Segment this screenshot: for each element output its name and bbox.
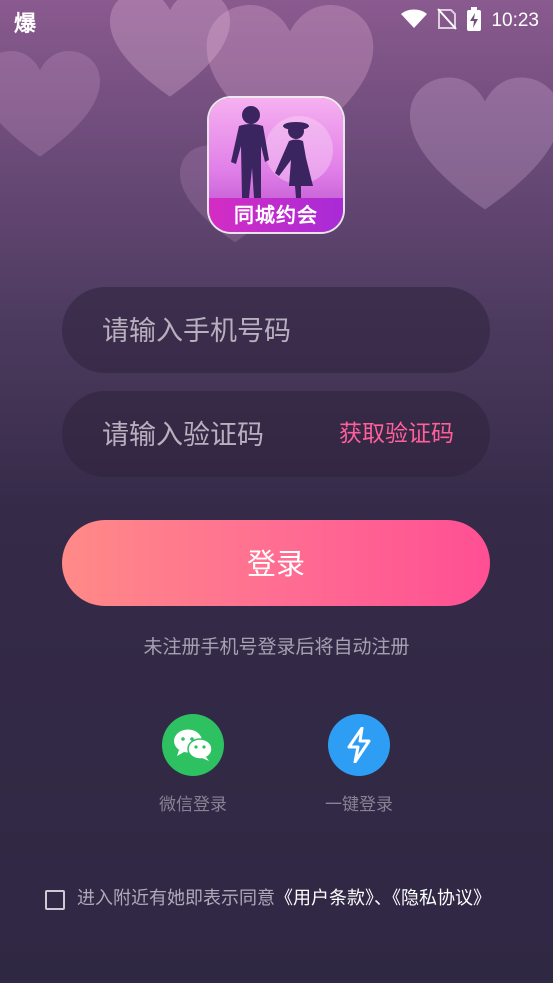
agreement-prefix: 进入附近有她即表示同意 bbox=[77, 888, 275, 909]
wifi-icon bbox=[401, 9, 428, 33]
get-code-button[interactable]: 获取验证码 bbox=[339, 391, 454, 477]
agreement-text: 进入附近有她即表示同意《用户条款》、《隐私协议》 bbox=[77, 888, 505, 910]
one-key-login[interactable]: 一键登录 bbox=[309, 714, 409, 815]
lightning-icon[interactable] bbox=[328, 714, 390, 776]
wechat-login[interactable]: 微信登录 bbox=[143, 714, 243, 815]
login-button[interactable]: 登录 bbox=[62, 520, 490, 606]
phone-input[interactable] bbox=[100, 287, 464, 375]
one-key-login-label: 一键登录 bbox=[325, 795, 393, 815]
terms-link[interactable]: 《用户条款》 bbox=[275, 888, 374, 909]
agreement-separator: 、 bbox=[374, 888, 392, 909]
verification-code-input[interactable] bbox=[100, 391, 324, 479]
wechat-icon[interactable] bbox=[162, 714, 224, 776]
logo-label: 同城约会 bbox=[209, 198, 343, 232]
background-heart bbox=[0, 40, 100, 170]
no-sim-icon bbox=[437, 8, 458, 34]
privacy-link[interactable]: 《隐私协议》 bbox=[392, 888, 491, 909]
status-time: 10:23 bbox=[491, 10, 539, 31]
verification-code-field[interactable]: 获取验证码 bbox=[62, 391, 490, 479]
app-logo: 同城约会 bbox=[209, 98, 343, 232]
auto-register-hint: 未注册手机号登录后将自动注册 bbox=[143, 636, 410, 658]
agreement-checkbox[interactable] bbox=[45, 890, 65, 910]
phone-field[interactable] bbox=[62, 287, 490, 375]
status-app-glyph: 爆 bbox=[14, 12, 37, 37]
battery-charging-icon bbox=[467, 7, 482, 35]
wechat-login-label: 微信登录 bbox=[159, 795, 227, 815]
background-heart bbox=[410, 70, 553, 220]
status-bar: 爆 10:23 bbox=[0, 0, 553, 40]
